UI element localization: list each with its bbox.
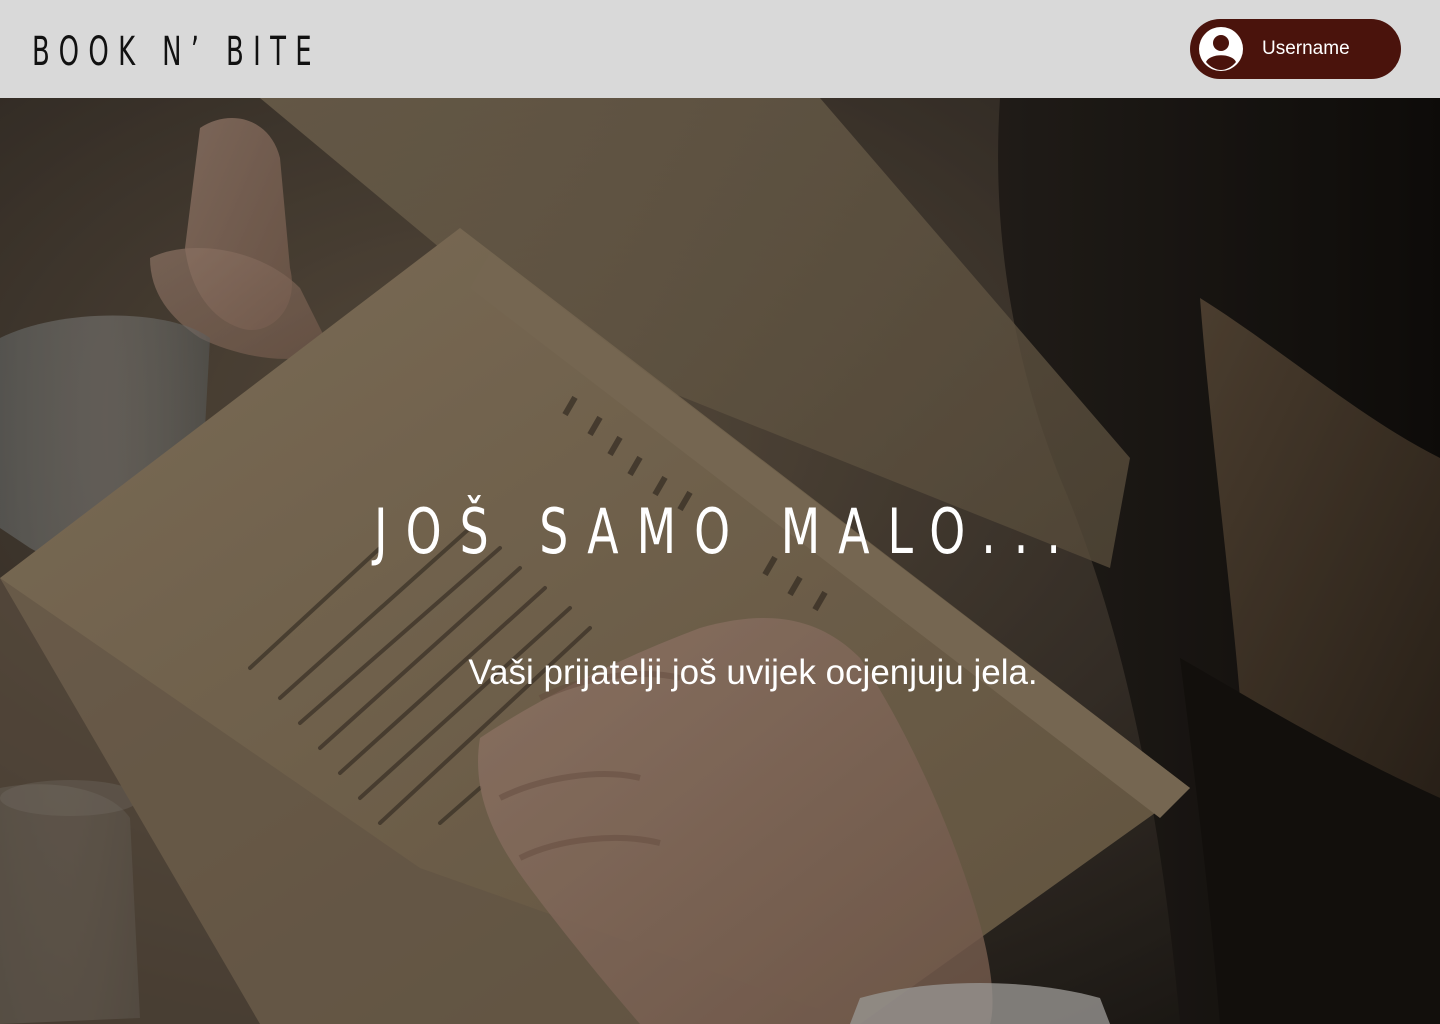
hero-subtitle: Vaši prijatelji još uvijek ocjenjuju jel… <box>468 653 1038 692</box>
top-bar: BOOK N’ BITE Username <box>0 0 1440 98</box>
username-label: Username <box>1262 38 1350 59</box>
account-circle-icon <box>1199 27 1243 71</box>
app-logo[interactable]: BOOK N’ BITE <box>32 26 321 78</box>
hero-section: JOŠ SAMO MALO... Vaši prijatelji još uvi… <box>0 98 1440 1024</box>
hero-title: JOŠ SAMO MALO... <box>374 495 1079 568</box>
user-menu-button[interactable]: Username <box>1190 19 1401 79</box>
